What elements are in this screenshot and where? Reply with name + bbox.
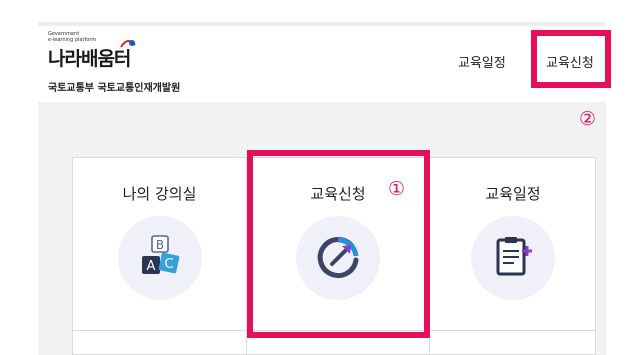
- svg-text:B: B: [156, 238, 164, 252]
- svg-text:C: C: [164, 257, 173, 272]
- ministry-label: 국토교통부 국토교통인재개발원: [48, 83, 181, 94]
- logo-swoosh-icon: [120, 40, 136, 48]
- card-title: 나의 강의실: [122, 185, 197, 203]
- icon-circle: B A C: [118, 216, 202, 300]
- logo-tagline: Government e-learning platform: [48, 31, 97, 43]
- card-education-schedule[interactable]: 교육일정: [430, 158, 596, 328]
- card-my-classroom[interactable]: 나의 강의실 B A C: [73, 158, 246, 328]
- nav-education-schedule[interactable]: 교육일정: [458, 52, 506, 71]
- site-logo[interactable]: Government e-learning platform 나라배움터 국토교…: [48, 31, 198, 94]
- card-title: 교육일정: [485, 185, 541, 203]
- blocks-ab-icon: B A C: [142, 235, 180, 274]
- marker-1: ①: [388, 178, 406, 200]
- svg-text:A: A: [147, 259, 156, 274]
- icon-circle: [471, 216, 555, 300]
- site-header: Government e-learning platform 나라배움터 국토교…: [38, 26, 606, 102]
- highlight-nav-apply: [531, 30, 611, 88]
- marker-2: ②: [579, 108, 597, 130]
- clipboard-plus-icon: [496, 237, 532, 276]
- logo-name: 나라배움터: [48, 48, 131, 70]
